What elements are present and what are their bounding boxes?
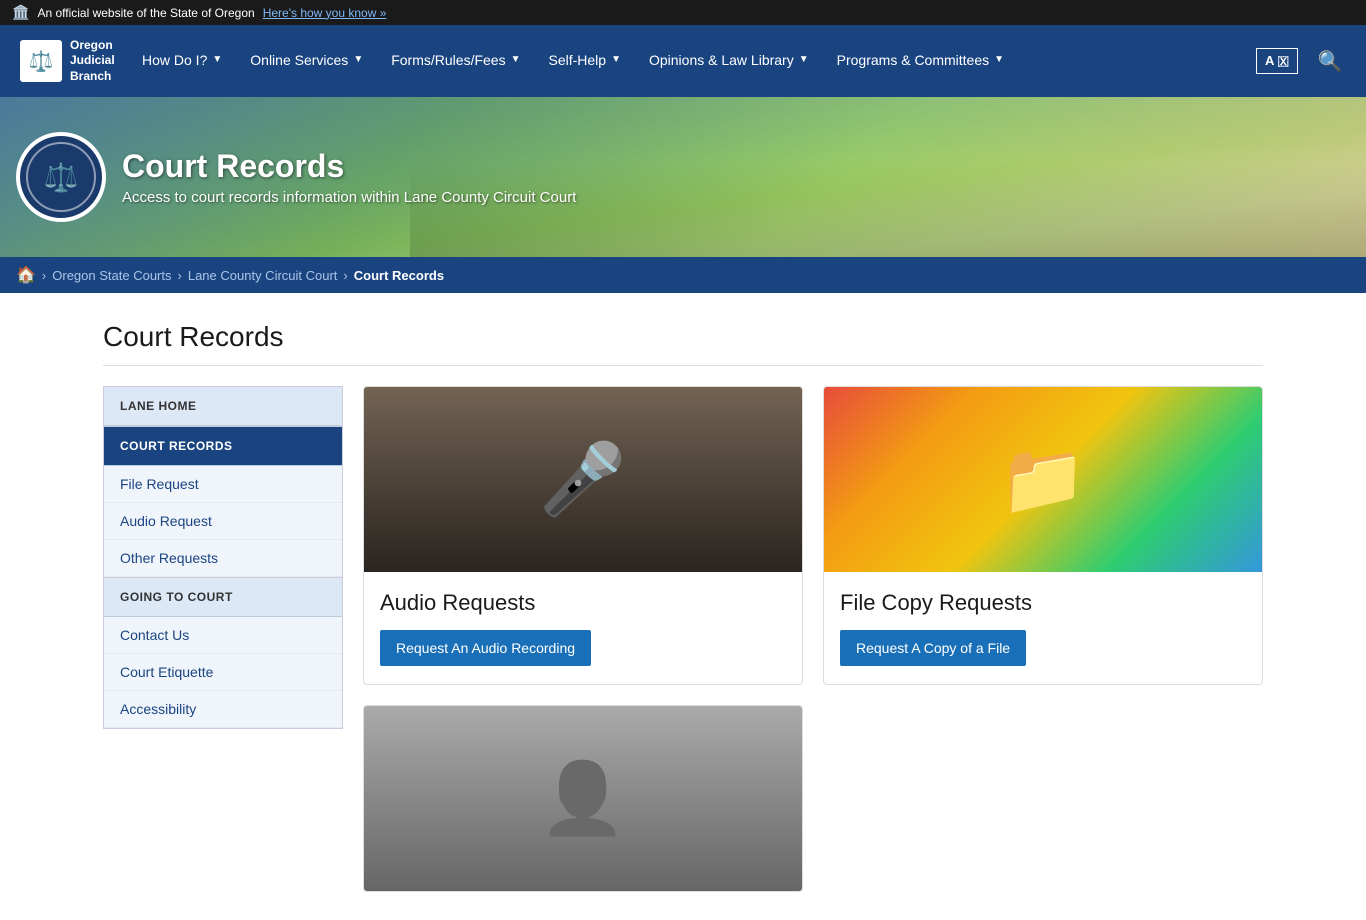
nav-programs-committees[interactable]: Programs & Committees ▼ — [823, 25, 1018, 97]
nav-items: How Do I? ▼ Online Services ▼ Forms/Rule… — [128, 25, 1256, 97]
breadcrumb-separator: › — [178, 268, 182, 283]
chevron-down-icon: ▼ — [799, 54, 809, 65]
sidebar: LANE HOME COURT RECORDS File Request Aud… — [103, 386, 343, 892]
flag-icon: 🏛️ — [12, 4, 29, 21]
sidebar-item-other-requests[interactable]: Other Requests — [104, 540, 342, 577]
card-body-file: File Copy Requests Request A Copy of a F… — [824, 572, 1262, 684]
site-logo[interactable]: ⚖️ Oregon Judicial Branch — [8, 30, 128, 93]
hero-title: Court Records — [122, 148, 576, 185]
logo-icon: ⚖️ — [20, 40, 62, 82]
request-audio-recording-button[interactable]: Request An Audio Recording — [380, 630, 591, 666]
card-image-microphone — [364, 387, 802, 572]
breadcrumb-lane-county[interactable]: Lane County Circuit Court — [188, 268, 338, 283]
sidebar-item-file-request[interactable]: File Request — [104, 466, 342, 503]
breadcrumb-separator: › — [343, 268, 347, 283]
cards-area: Audio Requests Request An Audio Recordin… — [363, 386, 1263, 892]
sidebar-section-header-going-to-court[interactable]: GOING TO COURT — [104, 578, 342, 617]
card-title-audio: Audio Requests — [380, 590, 786, 616]
official-text: An official website of the State of Oreg… — [37, 6, 254, 20]
logo-text: Oregon Judicial Branch — [70, 38, 115, 85]
sidebar-item-contact-us[interactable]: Contact Us — [104, 617, 342, 654]
home-icon[interactable]: 🏠 — [16, 265, 36, 285]
sidebar-section-lane-home: LANE HOME — [103, 386, 343, 427]
chevron-down-icon: ▼ — [994, 54, 1004, 65]
chevron-down-icon: ▼ — [511, 54, 521, 65]
how-to-know-link[interactable]: Here's how you know » — [263, 6, 387, 20]
nav-opinions-law-library[interactable]: Opinions & Law Library ▼ — [635, 25, 823, 97]
page-title: Court Records — [103, 321, 1263, 366]
nav-online-services[interactable]: Online Services ▼ — [236, 25, 377, 97]
search-button[interactable]: 🔍 — [1302, 25, 1358, 97]
card-title-file: File Copy Requests — [840, 590, 1246, 616]
breadcrumb-separator: › — [42, 268, 46, 283]
chevron-down-icon: ▼ — [212, 54, 222, 65]
card-audio-requests: Audio Requests Request An Audio Recordin… — [363, 386, 803, 685]
main-content: Court Records LANE HOME COURT RECORDS Fi… — [83, 293, 1283, 920]
card-image-person — [364, 706, 802, 891]
card-file-copy-requests: File Copy Requests Request A Copy of a F… — [823, 386, 1263, 685]
oregon-seal: ⚖️ — [16, 132, 106, 222]
hero-text: Court Records Access to court records in… — [122, 148, 576, 206]
breadcrumb-oregon-state-courts[interactable]: Oregon State Courts — [52, 268, 171, 283]
card-image-folders — [824, 387, 1262, 572]
nav-self-help[interactable]: Self-Help ▼ — [534, 25, 635, 97]
request-copy-of-file-button[interactable]: Request A Copy of a File — [840, 630, 1026, 666]
nav-bar: ⚖️ Oregon Judicial Branch How Do I? ▼ On… — [0, 25, 1366, 97]
sidebar-item-audio-request[interactable]: Audio Request — [104, 503, 342, 540]
sidebar-section-header-court-records[interactable]: COURT RECORDS — [104, 427, 342, 466]
sidebar-section-court-records: COURT RECORDS File Request Audio Request… — [103, 427, 343, 578]
top-bar: 🏛️ An official website of the State of O… — [0, 0, 1366, 25]
seal-inner: ⚖️ — [26, 142, 96, 212]
nav-forms-rules-fees[interactable]: Forms/Rules/Fees ▼ — [377, 25, 534, 97]
translate-button[interactable]: A 🇽 — [1256, 48, 1298, 74]
card-body-audio: Audio Requests Request An Audio Recordin… — [364, 572, 802, 684]
nav-right: A 🇽 🔍 — [1256, 25, 1358, 97]
sidebar-item-accessibility[interactable]: Accessibility — [104, 691, 342, 728]
chevron-down-icon: ▼ — [353, 54, 363, 65]
sidebar-item-court-etiquette[interactable]: Court Etiquette — [104, 654, 342, 691]
chevron-down-icon: ▼ — [611, 54, 621, 65]
sidebar-section-going-to-court: GOING TO COURT Contact Us Court Etiquett… — [103, 578, 343, 729]
sidebar-section-header-lane-home[interactable]: LANE HOME — [104, 387, 342, 426]
nav-how-do-i[interactable]: How Do I? ▼ — [128, 25, 236, 97]
content-layout: LANE HOME COURT RECORDS File Request Aud… — [103, 386, 1263, 892]
hero-subtitle: Access to court records information with… — [122, 189, 576, 206]
hero-banner: ⚖️ Court Records Access to court records… — [0, 97, 1366, 257]
breadcrumb-current: Court Records — [354, 268, 444, 283]
card-third — [363, 705, 803, 892]
breadcrumb: 🏠 › Oregon State Courts › Lane County Ci… — [0, 257, 1366, 293]
